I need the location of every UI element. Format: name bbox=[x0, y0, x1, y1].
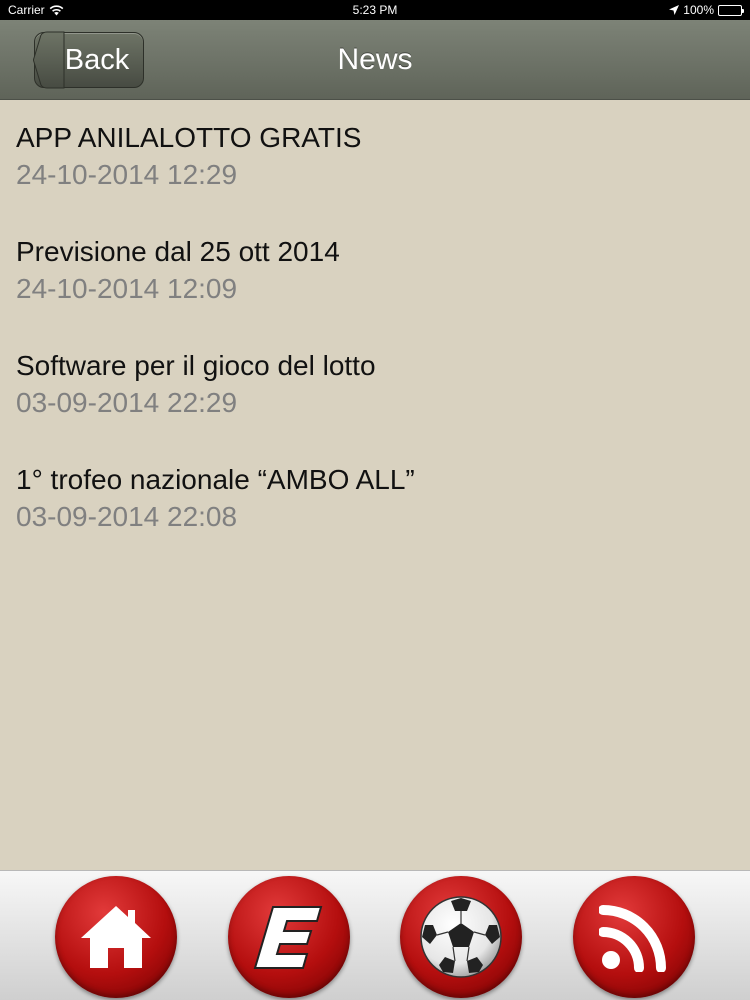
back-arrow-icon bbox=[33, 31, 65, 89]
location-arrow-icon bbox=[669, 5, 680, 15]
news-list: APP ANILALOTTO GRATIS 24-10-2014 12:29 P… bbox=[0, 100, 750, 556]
status-left: Carrier bbox=[8, 3, 64, 17]
soccer-ball-icon bbox=[420, 896, 502, 978]
status-right: 100% bbox=[669, 3, 744, 17]
home-icon bbox=[81, 906, 151, 968]
news-date: 03-09-2014 22:29 bbox=[16, 387, 238, 418]
news-item[interactable]: APP ANILALOTTO GRATIS 24-10-2014 12:29 bbox=[0, 100, 750, 214]
tab-bar bbox=[0, 870, 750, 1000]
news-item[interactable]: 1° trofeo nazionale “AMBO ALL” 03-09-201… bbox=[0, 442, 750, 556]
battery-icon bbox=[718, 4, 744, 16]
rss-icon bbox=[599, 905, 666, 972]
status-bar: Carrier 5:23 PM 100% bbox=[0, 0, 750, 20]
tab-home-button[interactable] bbox=[55, 876, 177, 998]
status-time: 5:23 PM bbox=[352, 3, 398, 17]
news-title: APP ANILALOTTO GRATIS bbox=[16, 122, 362, 153]
news-date: 24-10-2014 12:09 bbox=[16, 273, 238, 304]
navigation-bar: News Back bbox=[0, 20, 750, 100]
news-item[interactable]: Previsione dal 25 ott 2014 24-10-2014 12… bbox=[0, 214, 750, 328]
news-title: Software per il gioco del lotto bbox=[16, 350, 376, 381]
news-title: Previsione dal 25 ott 2014 bbox=[16, 236, 340, 267]
tab-rss-button[interactable] bbox=[573, 876, 695, 998]
back-button-label: Back bbox=[64, 44, 130, 76]
news-date: 03-09-2014 22:08 bbox=[16, 501, 238, 532]
wifi-icon bbox=[49, 4, 64, 16]
tab-soccer-button[interactable] bbox=[400, 876, 522, 998]
carrier-label: Carrier bbox=[8, 3, 45, 17]
news-item[interactable]: Software per il gioco del lotto 03-09-20… bbox=[0, 328, 750, 442]
tab-e-button[interactable] bbox=[228, 876, 350, 998]
news-date: 24-10-2014 12:29 bbox=[16, 159, 238, 190]
news-title: 1° trofeo nazionale “AMBO ALL” bbox=[16, 464, 415, 495]
e-logo-icon bbox=[253, 906, 323, 969]
battery-percent: 100% bbox=[683, 3, 714, 17]
